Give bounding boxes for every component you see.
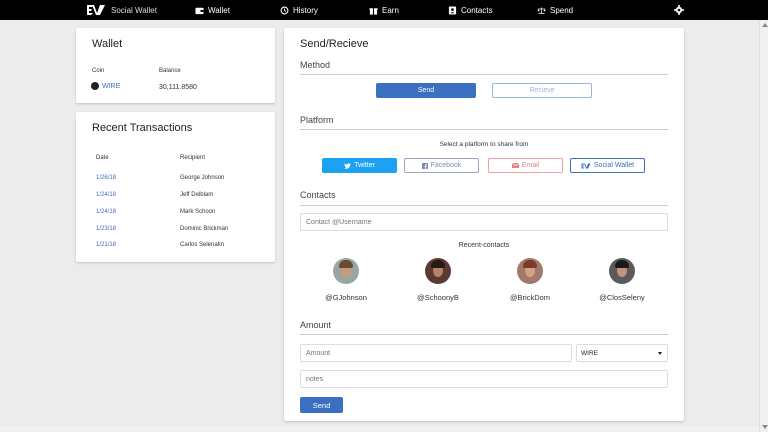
brand-name: Social Wallet (111, 6, 157, 15)
nav-contacts-label: Contacts (461, 5, 493, 15)
send-button[interactable]: Send (300, 397, 343, 413)
tx-date[interactable]: 1/26/18 (96, 175, 116, 181)
contacts-label: Contacts (300, 190, 336, 200)
nav-history[interactable]: History (280, 4, 318, 16)
avatar (333, 258, 359, 284)
amount-label: Amount (300, 320, 332, 330)
balance-header: Balance (159, 68, 181, 74)
balance-value: 30,111.8580 (159, 84, 197, 91)
amount-input[interactable] (300, 344, 572, 362)
scroll-up-icon[interactable] (762, 23, 768, 27)
coin-header: Coin (92, 68, 105, 74)
currency-select[interactable]: WIRE (576, 344, 668, 362)
send-recieve-title: Send/Recieve (300, 38, 369, 50)
scroll-down-icon[interactable] (762, 425, 768, 429)
contact-handle: @ClosSeleny (599, 293, 645, 302)
tx-date[interactable]: 1/21/18 (96, 242, 116, 248)
tx-recipient: George Johnson (180, 175, 225, 181)
notes-input[interactable] (300, 370, 668, 388)
logo-icon[interactable] (86, 4, 106, 16)
tx-date[interactable]: 1/24/18 (96, 192, 116, 198)
table-row: 1/24/18 Mark Schoon (76, 209, 275, 226)
contacts-icon (448, 5, 457, 15)
twitter-icon (344, 162, 352, 169)
horizontal-scrollbar[interactable] (0, 426, 759, 432)
coin-name: WIRE (102, 82, 121, 90)
avatar (425, 258, 451, 284)
tx-recipient: Mark Schoon (180, 209, 216, 215)
wallet-card: Wallet Coin Balance WIRE 30,111.8580 (76, 28, 275, 103)
social-wallet-label: Social Wallet (593, 162, 635, 169)
nav-spend[interactable]: Spend (537, 4, 573, 16)
nav-history-label: History (293, 5, 318, 15)
recipient-header: Recipient (180, 155, 206, 161)
divider (300, 129, 668, 130)
divider (300, 334, 668, 335)
contact-handle: @BrickDom (509, 293, 551, 302)
envelope-icon (511, 163, 519, 168)
recent-contacts-label: Recent-contacts (458, 242, 510, 249)
table-row: 1/21/18 Carlos Selenakn (76, 242, 275, 259)
twitter-label: Twitter (354, 162, 375, 169)
send-recieve-card: Send/Recieve Method Send Recieve Platfor… (284, 28, 684, 421)
gear-icon[interactable] (674, 5, 684, 15)
table-row: 1/23/18 Dominic Brickman (76, 226, 275, 243)
contact-handle: @SchoonyB (417, 293, 459, 302)
nav-wallet[interactable]: Wallet (195, 4, 230, 16)
tx-recipient: Carlos Selenakn (180, 242, 225, 248)
recent-contact[interactable]: @ClosSeleny (587, 258, 657, 302)
tx-recipient: Dominic Brickman (180, 226, 229, 232)
nav-earn-label: Earn (382, 5, 399, 15)
email-label: Email (521, 162, 540, 169)
currency-value: WIRE (581, 349, 598, 357)
transactions-title: Recent Transactions (92, 122, 193, 134)
recent-contact[interactable]: @GJohnson (311, 258, 381, 302)
nav-wallet-label: Wallet (208, 5, 230, 15)
avatar (609, 258, 635, 284)
nav-earn[interactable]: Earn (369, 4, 399, 16)
vertical-scrollbar[interactable] (759, 20, 768, 432)
divider (300, 74, 668, 75)
facebook-icon (421, 162, 428, 169)
nav-spend-label: Spend (550, 5, 574, 15)
tx-date[interactable]: 1/23/18 (96, 226, 116, 232)
email-button[interactable]: Email (488, 158, 563, 173)
method-recieve-button[interactable]: Recieve (492, 83, 592, 98)
method-send-button[interactable]: Send (376, 83, 476, 98)
transactions-card: Recent Transactions Date Recipient 1/26/… (76, 112, 275, 262)
date-header: Date (96, 155, 109, 161)
platform-label: Platform (300, 115, 334, 125)
recent-contact[interactable]: @BrickDom (495, 258, 565, 302)
caret-down-icon (658, 352, 662, 355)
nav-contacts[interactable]: Contacts (448, 4, 493, 16)
contact-username-input[interactable] (300, 213, 668, 231)
method-label: Method (300, 60, 331, 70)
table-row: 1/26/18 George Johnson (76, 175, 275, 192)
platform-hint: Select a platform to share from (439, 141, 529, 148)
facebook-button[interactable]: Facebook (404, 158, 479, 173)
recent-contact[interactable]: @SchoonyB (403, 258, 473, 302)
history-icon (280, 6, 289, 14)
wallet-title: Wallet (92, 38, 123, 50)
gift-icon (369, 7, 378, 15)
social-wallet-button[interactable]: Social Wallet (570, 158, 645, 173)
top-nav: Social Wallet Wallet History Earn Contac… (0, 0, 768, 20)
social-wallet-logo-icon (581, 163, 591, 168)
scale-icon (537, 7, 546, 14)
tx-recipient: Jeff Delblam (180, 192, 214, 198)
facebook-label: Facebook (430, 162, 462, 169)
table-row: 1/24/18 Jeff Delblam (76, 192, 275, 209)
wallet-icon (195, 7, 204, 14)
contact-handle: @GJohnson (325, 293, 367, 302)
avatar (517, 258, 543, 284)
wire-coin-icon (91, 82, 99, 90)
coin-link[interactable]: WIRE (91, 82, 120, 90)
twitter-button[interactable]: Twitter (322, 158, 397, 173)
divider (300, 205, 668, 206)
tx-date[interactable]: 1/24/18 (96, 209, 116, 215)
